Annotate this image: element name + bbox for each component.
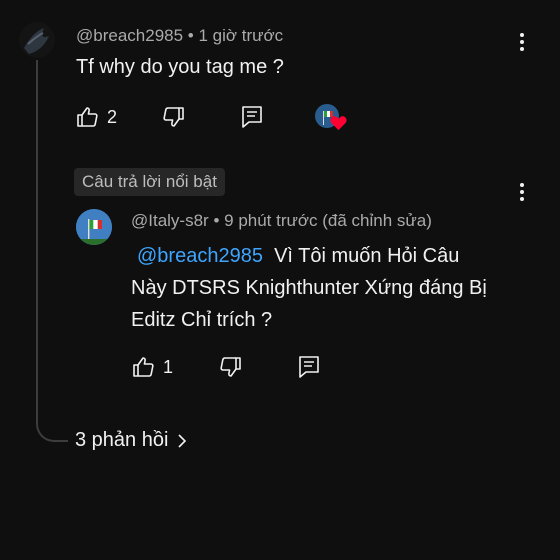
- reply-text-line3: Editz Chỉ trích ?: [131, 309, 273, 331]
- more-vert-icon: [520, 33, 524, 37]
- separator: •: [213, 211, 220, 230]
- reply-author[interactable]: @Italy-s8r: [131, 211, 209, 230]
- comment-text: Tf why do you tag me ?: [76, 56, 284, 78]
- highlighted-reply-badge: Câu trả lời nổi bật: [74, 168, 225, 196]
- thumb-up-icon: [133, 357, 154, 377]
- separator: •: [187, 26, 194, 45]
- reply-avatar[interactable]: [76, 209, 112, 245]
- reply-button[interactable]: [240, 104, 264, 135]
- comment-icon: [299, 356, 319, 378]
- dislike-button[interactable]: [162, 105, 186, 134]
- reply-text-line1: Vì Tôi muốn Hỏi Câu: [274, 245, 460, 267]
- reply-like-button[interactable]: 1: [131, 355, 173, 379]
- reply-text-line2: Này DTSRS Knighthunter Xứng đáng Bị: [131, 277, 487, 299]
- reply-dislike-button[interactable]: [219, 355, 243, 384]
- thumb-down-icon: [220, 357, 241, 377]
- creator-heart: [315, 104, 347, 134]
- thread-line: [36, 60, 68, 442]
- like-count: 2: [107, 106, 118, 127]
- comment-time[interactable]: 1 giờ trước: [198, 26, 283, 45]
- view-replies-link[interactable]: 3 phản hồi: [75, 429, 190, 452]
- comment-menu-button[interactable]: [512, 28, 532, 56]
- thumb-down-icon: [163, 107, 184, 127]
- chevron-right-icon: [178, 433, 187, 448]
- comment-icon: [242, 106, 262, 128]
- reply-menu-button[interactable]: [512, 178, 532, 206]
- mention-link[interactable]: @breach2985: [137, 245, 263, 267]
- comment-author[interactable]: @breach2985: [76, 26, 183, 45]
- reply-reply-button[interactable]: [297, 354, 321, 385]
- thumb-up-icon: [77, 107, 98, 127]
- reply-text: @breach2985 Vì Tôi muốn Hỏi Câu Này DTSR…: [131, 240, 487, 336]
- creator-heart-icon: [330, 116, 347, 131]
- view-replies-label: 3 phản hồi: [75, 429, 169, 451]
- avatar[interactable]: [19, 22, 55, 58]
- reply-time[interactable]: 9 phút trước (đã chỉnh sửa): [224, 211, 432, 230]
- more-vert-icon: [520, 183, 524, 187]
- like-button[interactable]: 2: [75, 105, 117, 129]
- reply-like-count: 1: [163, 356, 174, 377]
